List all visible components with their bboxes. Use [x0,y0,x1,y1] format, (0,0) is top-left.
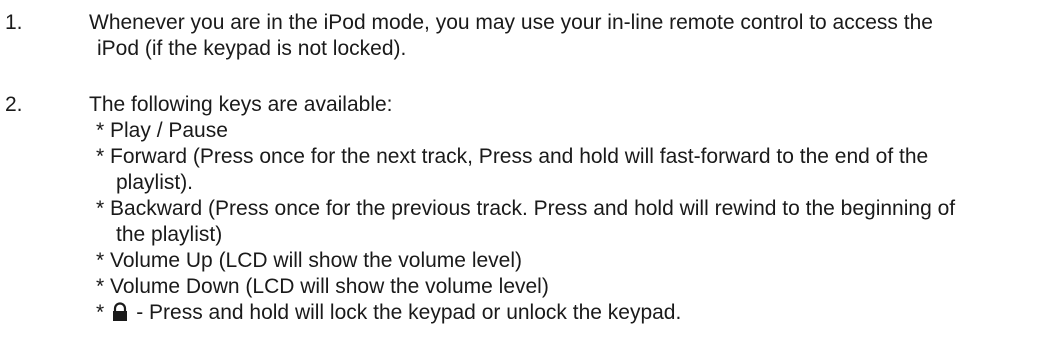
bullet-backward: * Backward (Press once for the previous … [96,197,956,220]
bullet-forward: * Forward (Press once for the next track… [96,145,929,168]
item-body: The following keys are available: * Play… [89,92,955,329]
lock-text: - Press and hold will lock the keypad or… [136,301,682,324]
bullet-backward-cont: the playlist) [116,223,223,246]
item-number: 1. [5,11,23,34]
item-number: 2. [5,93,23,116]
bullet-star: * [96,301,105,324]
item-text-line: iPod (if the keypad is not locked). [97,37,407,60]
lock-icon [110,302,130,329]
bullet-lock: * - Press and hold will lock the keypad o… [89,300,955,329]
item-body: Whenever you are in the iPod mode, you m… [89,10,933,62]
bullet-volume-up: * Volume Up (LCD will show the volume le… [96,249,522,272]
bullet-forward-cont: playlist). [116,171,194,194]
bullet-volume-down: * Volume Down (LCD will show the volume … [96,275,549,298]
item-text-line: Whenever you are in the iPod mode, you m… [89,11,933,34]
bullet-play-pause: * Play / Pause [96,119,228,142]
item-intro: The following keys are available: [89,93,393,116]
